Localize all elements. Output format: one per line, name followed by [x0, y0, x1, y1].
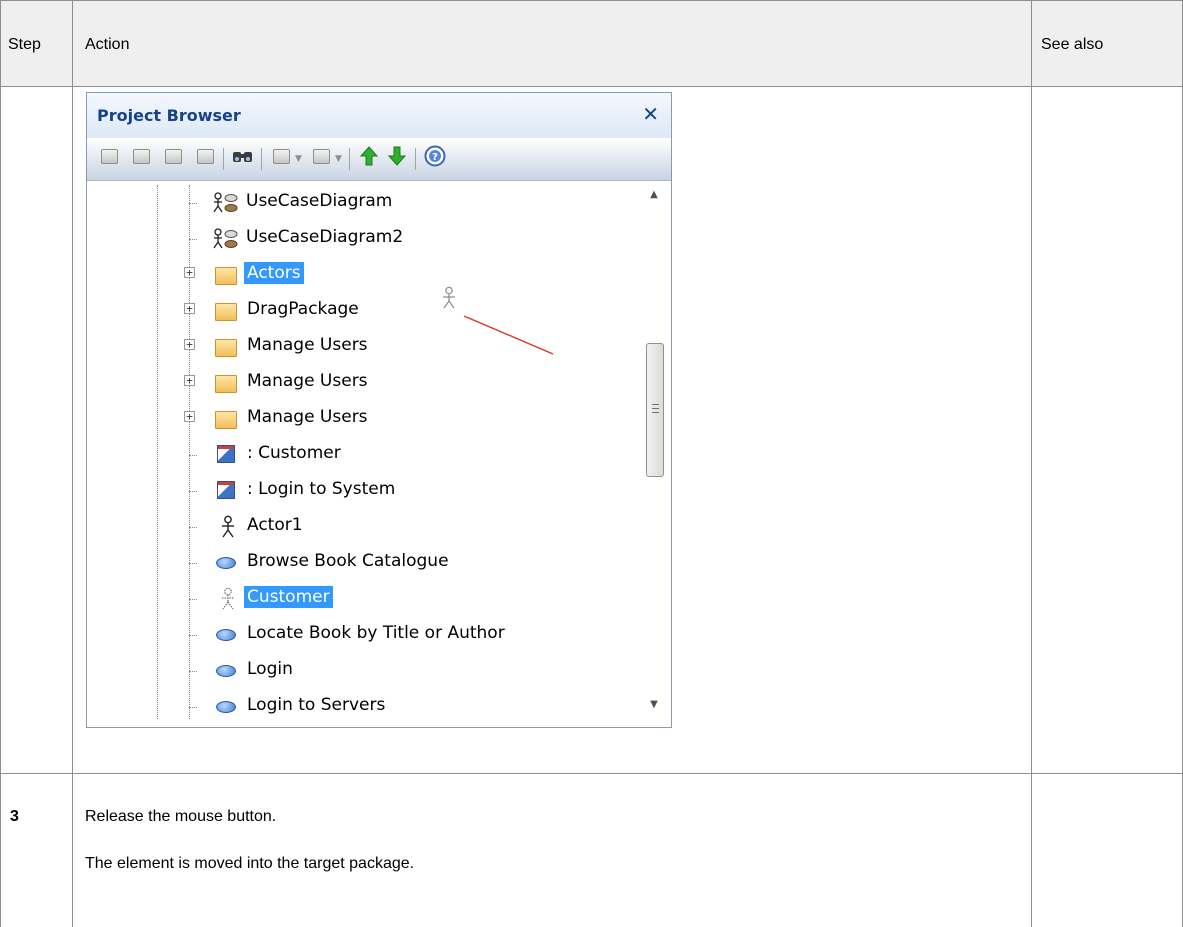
move-up-icon[interactable]: [357, 144, 381, 168]
toolbar-separator: [415, 148, 416, 170]
tree-item-label: Locate Book by Title or Author: [247, 623, 505, 643]
help-icon[interactable]: ?: [423, 144, 447, 168]
tree-item-label: UseCaseDiagram: [246, 191, 393, 211]
copy-icon[interactable]: [309, 144, 333, 168]
column-divider-step: [72, 0, 73, 927]
tree-item[interactable]: UseCaseDiagram: [93, 185, 625, 221]
tree-item[interactable]: UseCaseDiagram2: [93, 221, 625, 257]
usecase-diagram-icon: [213, 191, 239, 215]
move-down-icon[interactable]: [385, 144, 409, 168]
tree-item[interactable]: + Manage Users: [93, 329, 625, 365]
actor-icon: [219, 587, 237, 611]
expand-icon[interactable]: +: [184, 339, 195, 350]
tree-item-label: UseCaseDiagram2: [246, 227, 404, 247]
tree-item-label: Manage Users: [247, 407, 368, 427]
close-icon[interactable]: ✕: [642, 102, 659, 126]
toolbar-separator: [261, 148, 262, 170]
new-diagram-icon[interactable]: [193, 144, 217, 168]
header-action: Action: [85, 36, 130, 53]
object-instance-icon: [217, 445, 235, 463]
drag-actor-icon: [440, 286, 458, 310]
tree-item-label: Customer: [244, 586, 333, 608]
new-package-icon[interactable]: [161, 144, 185, 168]
tree-item[interactable]: Actor1: [93, 509, 625, 545]
tree-item-label: Login: [247, 659, 293, 679]
tree-item[interactable]: + DragPackage: [93, 293, 625, 329]
tree-item-label: Browse Book Catalogue: [247, 551, 449, 571]
table-header-row: [0, 0, 1183, 86]
expand-icon[interactable]: +: [184, 267, 195, 278]
row-divider: [0, 773, 1183, 774]
tree-item[interactable]: Login: [93, 653, 625, 689]
project-browser-titlebar: Project Browser ✕: [87, 93, 671, 138]
expand-icon[interactable]: +: [184, 411, 195, 422]
project-tree: UseCaseDiagram UseCaseDiagram2 + Actors …: [93, 185, 625, 719]
header-step: Step: [8, 36, 41, 53]
chevron-down-icon[interactable]: ▼: [295, 154, 302, 164]
svg-text:?: ?: [432, 152, 438, 163]
tree-item[interactable]: + Manage Users: [93, 401, 625, 437]
usecase-icon: [216, 701, 236, 713]
scroll-down-icon[interactable]: ▼: [643, 699, 665, 719]
folder-icon: [215, 375, 237, 393]
project-browser-window: Project Browser ✕ ▼ ▼ ? UseCaseDiagram U…: [86, 92, 672, 728]
tree-item-label: DragPackage: [247, 299, 359, 319]
vertical-scrollbar[interactable]: ▲ ▼: [643, 185, 665, 719]
actor-icon: [219, 515, 237, 539]
tree-item[interactable]: + Manage Users: [93, 365, 625, 401]
step-number: 3: [10, 808, 19, 825]
tree-item-label: Manage Users: [247, 371, 368, 391]
scroll-thumb[interactable]: [646, 343, 664, 477]
usecase-icon: [216, 557, 236, 569]
tree-item[interactable]: Locate Book by Title or Author: [93, 617, 625, 653]
tree-item[interactable]: + Actors: [93, 257, 625, 293]
usecase-icon: [216, 665, 236, 677]
tree-item-label: : Login to System: [247, 479, 396, 499]
usecase-icon: [216, 629, 236, 641]
folder-icon: [215, 267, 237, 285]
toolbar-separator: [223, 148, 224, 170]
edit-element-icon[interactable]: [269, 144, 293, 168]
tree-item[interactable]: Customer: [93, 581, 625, 617]
folder-icon: [215, 303, 237, 321]
tree-item-label: Login to Servers: [247, 695, 386, 715]
expand-icon[interactable]: +: [184, 303, 195, 314]
action-line-1: Release the mouse button.: [85, 808, 277, 825]
new-view-icon[interactable]: [129, 144, 153, 168]
header-divider: [0, 86, 1183, 87]
tree-item-label: Actors: [244, 262, 304, 284]
tree-item-label: Actor1: [247, 515, 303, 535]
object-instance-icon: [217, 481, 235, 499]
action-line-2: The element is moved into the target pac…: [85, 855, 415, 872]
toolbar-separator: [349, 148, 350, 170]
tree-item[interactable]: Browse Book Catalogue: [93, 545, 625, 581]
chevron-down-icon[interactable]: ▼: [335, 154, 342, 164]
tree-item-label: : Customer: [247, 443, 341, 463]
tree-item[interactable]: : Login to System: [93, 473, 625, 509]
expand-icon[interactable]: +: [184, 375, 195, 386]
project-browser-toolbar: ▼ ▼ ?: [87, 138, 671, 181]
tree-item-label: Manage Users: [247, 335, 368, 355]
table-border-top: [0, 0, 1183, 1]
folder-icon: [215, 339, 237, 357]
table-border-left: [0, 0, 1, 927]
binoculars-icon[interactable]: [231, 144, 255, 168]
window-title: Project Browser: [97, 106, 241, 125]
tree-item[interactable]: Login to Servers: [93, 689, 625, 719]
column-divider-action: [1031, 0, 1032, 927]
usecase-diagram-icon: [213, 227, 239, 251]
tree-item[interactable]: : Customer: [93, 437, 625, 473]
new-model-icon[interactable]: [97, 144, 121, 168]
scroll-up-icon[interactable]: ▲: [643, 189, 665, 209]
header-see-also: See also: [1041, 36, 1104, 53]
folder-icon: [215, 411, 237, 429]
